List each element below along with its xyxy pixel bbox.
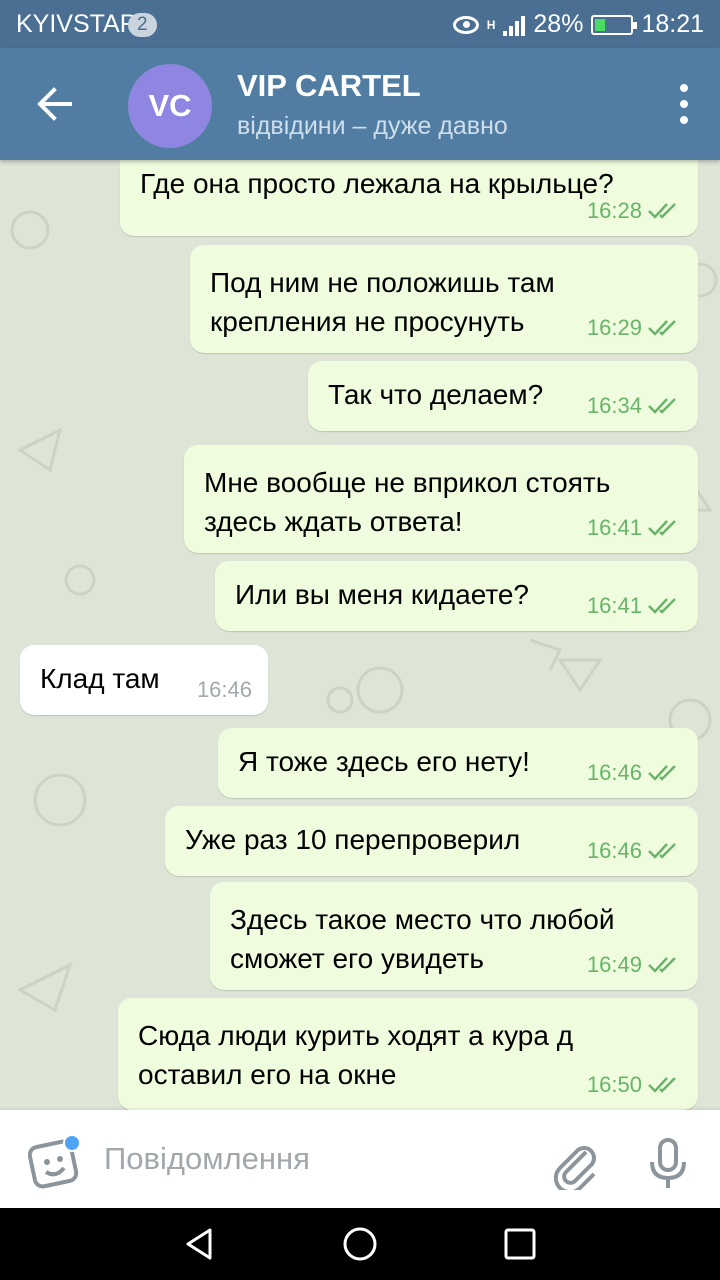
battery-fill [595,18,606,31]
message-line: Где она просто лежала на крыльце? [140,168,614,199]
message-time: 16:46 [586,760,642,785]
message-meta: 16:28 [587,191,682,230]
outgoing-message[interactable]: Так что делаем? 16:34 [308,361,698,431]
battery-percent: 28% [533,10,584,38]
message-time: 16:41 [586,515,642,540]
message-line: здесь ждать ответа! [204,506,463,537]
message-line: Сюда люди курить ходят а кура д [138,1020,574,1051]
message-meta: 16:41 [587,586,682,625]
message-line: сможет его увидеть [230,943,484,974]
paperclip-icon [553,1146,596,1195]
message-text: Где она просто лежала на крыльце? [140,164,614,203]
outgoing-message[interactable]: Здесь такое место что любой сможет его ув… [210,882,698,990]
outgoing-message[interactable]: Мне вообще не вприкол стоять здесь ждать … [184,445,698,553]
sim-badge: 2 [128,13,157,37]
message-time: 16:46 [586,838,642,863]
message-line: Так что делаем? [328,379,544,410]
attach-button[interactable] [548,1138,600,1195]
message-time: 16:41 [586,593,642,618]
clock: 18:21 [641,10,704,38]
double-check-icon [648,519,676,536]
double-check-icon [648,1076,676,1093]
chat-title[interactable]: VIP CARTEL [237,68,421,104]
microphone-icon [650,1138,686,1188]
message-meta: 16:50 [587,1065,682,1104]
message-text: Уже раз 10 перепроверил [185,820,520,859]
message-line: Мне вообще не вприкол стоять [204,467,611,498]
double-check-icon [648,842,676,859]
message-meta: 16:46 [197,670,252,709]
voice-record-button[interactable] [646,1138,690,1190]
outgoing-message[interactable]: Я тоже здесь его нету! 16:46 [218,728,698,798]
message-composer [0,1110,720,1208]
message-list[interactable]: Где она просто лежала на крыльце? 16:28 По… [0,160,720,1110]
outgoing-message[interactable]: Уже раз 10 перепроверил 16:46 [165,806,698,876]
avatar[interactable]: VC [128,64,212,148]
carrier-name: KYIVSTAR [16,10,138,38]
network-type: H [486,17,496,32]
message-text: Под ним не положишь там крепления не прос… [210,263,555,341]
system-nav-bar [0,1208,720,1280]
message-line: Или вы меня кидаете? [235,579,529,610]
outgoing-message[interactable]: Где она просто лежала на крыльце? 16:28 [120,160,698,236]
double-check-icon [648,956,676,973]
message-time: 16:28 [586,198,642,223]
message-text: Сюда люди курить ходят а кура д оставил е… [138,1016,573,1094]
message-meta: 16:49 [587,945,682,984]
message-text: Здесь такое место что любой сможет его ув… [230,900,614,978]
outgoing-message[interactable]: Или вы меня кидаете? 16:41 [215,561,698,631]
nav-recents-icon[interactable] [500,1224,540,1264]
last-seen-status: відвідини – дуже давно [237,112,508,140]
message-meta: 16:29 [587,308,682,347]
back-arrow-icon [37,87,72,121]
message-time: 16:34 [586,393,642,418]
double-check-icon [648,397,676,414]
message-line: Уже раз 10 перепроверил [185,824,521,855]
status-bar: KYIVSTAR 2 H 28% 18:21 [0,0,720,48]
message-time: 16:50 [586,1072,642,1097]
message-text: Или вы меня кидаете? [235,575,529,614]
message-text: Так что делаем? [328,375,543,414]
double-check-icon [648,597,676,614]
message-line: Здесь такое место что любой [230,904,615,935]
message-meta: 16:41 [587,508,682,547]
new-stickers-badge [63,1134,81,1152]
message-text: Я тоже здесь его нету! [238,742,530,781]
outgoing-message[interactable]: Под ним не положишь там крепления не прос… [190,245,698,353]
message-time: 16:49 [586,952,642,977]
message-text: Клад там [40,659,160,698]
message-text: Мне вообще не вприкол стоять здесь ждать … [204,463,610,541]
message-meta: 16:46 [587,831,682,870]
message-line: крепления не просунуть [210,306,525,337]
more-menu-button[interactable] [676,84,692,124]
double-check-icon [648,202,676,219]
message-time: 16:46 [196,677,252,702]
double-check-icon [648,319,676,336]
nav-back-icon[interactable] [180,1224,220,1264]
message-line: оставил его на окне [138,1059,397,1090]
eye-icon [452,15,479,34]
battery-icon [591,14,638,35]
message-time: 16:29 [586,315,642,340]
message-input[interactable] [104,1136,524,1182]
chat-header: VC VIP CARTEL відвідини – дуже давно [0,48,720,160]
back-button[interactable] [24,72,88,136]
message-meta: 16:46 [587,753,682,792]
outgoing-message[interactable]: Сюда люди курить ходят а кура д оставил е… [118,998,698,1110]
message-line: Под ним не положишь там [210,267,555,298]
message-line: Клад там [40,663,160,694]
incoming-message[interactable]: Клад там 16:46 [20,645,268,715]
double-check-icon [648,764,676,781]
signal-icon [503,14,526,36]
nav-home-icon[interactable] [340,1224,380,1264]
message-meta: 16:34 [587,386,682,425]
message-line: Я тоже здесь его нету! [238,746,530,777]
